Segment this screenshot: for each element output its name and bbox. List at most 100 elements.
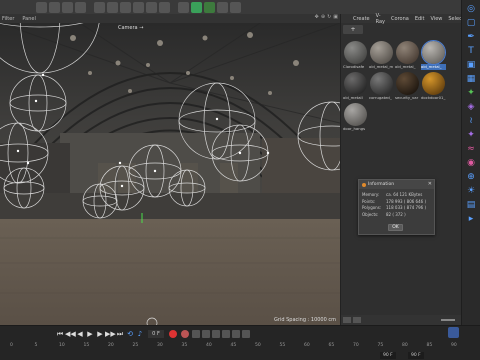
list-view-icon[interactable] xyxy=(353,317,361,323)
go-to-start-icon[interactable]: ⏮ xyxy=(55,330,65,339)
menu-create[interactable]: Create xyxy=(353,16,370,22)
rotate-view-icon[interactable]: ↻ xyxy=(327,14,331,20)
pen-icon[interactable]: ✒ xyxy=(465,31,477,42)
material-menubar: Create V-Ray Corona Edit View Select xyxy=(341,13,464,25)
array-icon[interactable]: ▦ xyxy=(465,73,477,84)
material-swatch[interactable]: dockdoor01_ xyxy=(421,71,446,101)
end-frame-field-b[interactable]: 90 F xyxy=(408,352,424,359)
param-key-icon[interactable] xyxy=(232,330,240,338)
subdivide-icon[interactable]: ▣ xyxy=(465,59,477,70)
playback-controls: ⏮ ◀◀ ◀ ▶ ▶ ▶▶ ⏭ ⟲ ♪ 0 F xyxy=(0,328,480,340)
ruler-tick-label: 55 xyxy=(279,343,286,348)
tag-icon[interactable]: ✦ xyxy=(465,129,477,140)
graph-editor-button[interactable] xyxy=(448,327,459,338)
scale-icon[interactable] xyxy=(62,1,73,13)
material-swatch[interactable]: door_hangs xyxy=(343,102,368,132)
menu-vray[interactable]: V-Ray xyxy=(376,13,385,25)
end-frame-field-a[interactable]: 90 F xyxy=(380,352,396,359)
cube-icon[interactable]: ▢ xyxy=(465,17,477,28)
ruler-tick-label: 5 xyxy=(34,343,38,348)
info-rows: Memory: ca. 64 121 KBytes Points: 178 993 (… xyxy=(359,189,434,218)
material-label: old_metal_ xyxy=(421,64,446,70)
material-label: dockdoor01_ xyxy=(421,95,446,100)
undo-icon[interactable] xyxy=(94,1,105,13)
ruler-tick-label: 75 xyxy=(377,343,384,348)
film-icon[interactable] xyxy=(159,1,170,13)
ok-button[interactable]: OK xyxy=(388,224,403,231)
viewport-menu-filter[interactable]: Filter xyxy=(2,16,14,22)
text-icon[interactable]: T xyxy=(465,45,477,56)
material-preview xyxy=(370,41,393,64)
rotate-key-icon[interactable] xyxy=(222,330,230,338)
material-swatch[interactable]: security_var xyxy=(395,71,420,101)
preview-size-slider[interactable] xyxy=(441,319,455,321)
redo-icon[interactable] xyxy=(107,1,118,13)
spline-icon[interactable]: ≀ xyxy=(465,115,477,126)
sphere-icon[interactable] xyxy=(217,1,228,13)
material-swatch[interactable]: old_metal_m xyxy=(369,40,394,70)
sound-icon[interactable]: ♪ xyxy=(135,330,145,338)
render-view-icon[interactable] xyxy=(133,1,144,13)
3d-viewport[interactable]: Camera → Grid Spacing : 10000 cm xyxy=(0,23,340,325)
light-icon[interactable] xyxy=(178,1,189,13)
record-icon[interactable] xyxy=(169,330,177,338)
next-key-icon[interactable]: ▶▶ xyxy=(105,330,116,338)
pla-key-icon[interactable] xyxy=(242,330,250,338)
material-swatch[interactable]: old_metal_ xyxy=(395,40,420,70)
side-toolbar: ◎ ▢ ✒ T ▣ ▦ ✦ ◈ ≀ ✦ ≈ ◉ ⊕ ☀ ▤ ▸ xyxy=(461,0,480,325)
render-settings-icon[interactable] xyxy=(146,1,157,13)
loop-icon[interactable]: ⟲ xyxy=(125,330,135,338)
viewport-nav-icons: ✥ ⊕ ↻ ▣ xyxy=(315,14,338,20)
material-label: door_hangs xyxy=(343,126,366,131)
timeline-ruler[interactable]: 0 5 10 15 20 25 30 35 40 45 50 55 60 65 70 75 80 85 90 xyxy=(0,343,480,351)
material-swatch[interactable]: old_metal_ xyxy=(421,40,446,70)
grid-icon[interactable] xyxy=(204,1,215,13)
viewport-menu-panel[interactable]: Panel xyxy=(22,16,36,22)
prev-frame-icon[interactable]: ◀ xyxy=(75,330,85,338)
material-preview xyxy=(344,72,367,95)
close-icon[interactable]: ✕ xyxy=(428,181,432,187)
menu-view[interactable]: View xyxy=(431,16,443,22)
render-icon[interactable]: ▸ xyxy=(465,213,477,224)
play-icon[interactable] xyxy=(230,1,241,13)
play-icon[interactable]: ▶ xyxy=(85,330,95,338)
rotate-icon[interactable] xyxy=(75,1,86,13)
ruler-tick-label: 60 xyxy=(304,343,310,348)
go-to-end-icon[interactable]: ⏭ xyxy=(115,330,125,339)
zoom-view-icon[interactable]: ⊕ xyxy=(321,14,325,20)
move-key-icon[interactable] xyxy=(202,330,210,338)
current-frame-field[interactable]: 0 F xyxy=(148,330,164,338)
light-icon[interactable]: ☀ xyxy=(465,185,477,196)
deformer-icon[interactable]: ◈ xyxy=(465,101,477,112)
field-icon[interactable]: ◉ xyxy=(465,157,477,168)
material-swatch[interactable]: old_metall xyxy=(343,71,368,101)
render-icon[interactable] xyxy=(120,1,131,13)
move-icon[interactable] xyxy=(49,1,60,13)
autokey-icon[interactable] xyxy=(181,330,189,338)
material-preview xyxy=(396,41,419,64)
menu-corona[interactable]: Corona xyxy=(391,16,409,22)
camera-icon[interactable] xyxy=(191,1,202,13)
live-select-icon[interactable]: ◎ xyxy=(465,3,477,14)
layer-icon[interactable] xyxy=(343,317,351,323)
menu-edit[interactable]: Edit xyxy=(415,16,425,22)
cloner-icon[interactable]: ✦ xyxy=(465,87,477,98)
material-preview xyxy=(344,103,367,126)
prev-key-icon[interactable]: ◀◀ xyxy=(65,330,76,338)
camera-label: Camera → xyxy=(118,25,144,31)
hair-icon[interactable]: ≈ xyxy=(465,143,477,154)
move-view-icon[interactable]: ✥ xyxy=(315,14,319,20)
cube-icon[interactable] xyxy=(36,1,47,13)
material-swatch[interactable]: Clorodisafe xyxy=(343,40,368,70)
material-label: security_var xyxy=(395,95,419,100)
add-material-button[interactable]: + xyxy=(343,24,363,34)
scale-key-icon[interactable] xyxy=(212,330,220,338)
next-frame-icon[interactable]: ▶ xyxy=(95,330,105,338)
material-label: Clorodisafe xyxy=(343,64,365,69)
globe-icon[interactable]: ⊕ xyxy=(465,171,477,182)
maximize-view-icon[interactable]: ▣ xyxy=(333,14,338,20)
material-preview xyxy=(421,40,446,65)
camera-icon[interactable]: ▤ xyxy=(465,199,477,210)
keyframe-icon[interactable] xyxy=(192,330,200,338)
material-swatch[interactable]: corrugated_ xyxy=(369,71,394,101)
